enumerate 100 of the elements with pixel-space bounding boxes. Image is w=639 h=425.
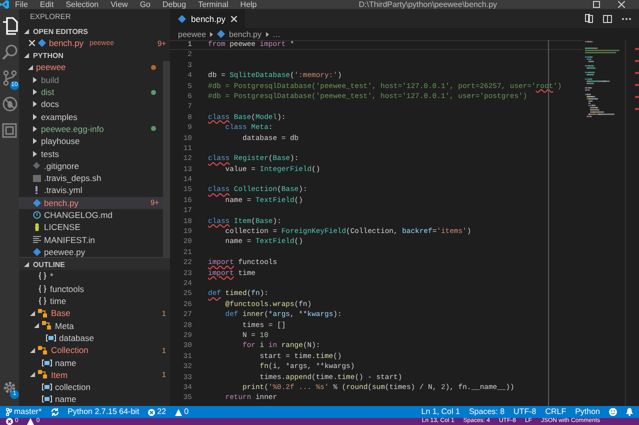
folder-name[interactable]: examples bbox=[41, 112, 78, 122]
bug-icon[interactable] bbox=[2, 96, 18, 112]
window-title: D:\ThirdParty\python\peewee\bench.py bbox=[358, 0, 498, 9]
open-editor-item[interactable]: bench.py bbox=[49, 38, 84, 48]
compare-changes-icon[interactable] bbox=[585, 14, 593, 23]
outline-item[interactable]: * bbox=[50, 271, 54, 282]
error-icon bbox=[148, 408, 156, 416]
sync-icon[interactable] bbox=[50, 408, 59, 416]
close-icon[interactable] bbox=[230, 16, 236, 22]
python-file-icon bbox=[32, 198, 40, 207]
folder-name[interactable]: tests bbox=[41, 148, 59, 159]
menu-item[interactable]: Help bbox=[234, 0, 263, 9]
collapse-arrow-icon[interactable] bbox=[30, 348, 34, 353]
menu-item[interactable]: Go bbox=[134, 0, 156, 9]
extensions-icon[interactable] bbox=[2, 122, 17, 138]
files-icon[interactable] bbox=[2, 17, 18, 35]
python-file-icon bbox=[38, 39, 46, 48]
folder-name[interactable]: dist bbox=[41, 87, 54, 98]
python-file-icon bbox=[178, 14, 186, 22]
status-item[interactable]: UTF-8 bbox=[514, 406, 536, 418]
scrollbar[interactable] bbox=[625, 40, 639, 406]
breadcrumb-item[interactable]: peewee bbox=[178, 30, 206, 38]
expand-arrow-icon[interactable] bbox=[33, 150, 37, 157]
folder-name[interactable]: peewee.egg-info bbox=[41, 124, 104, 134]
outline-item[interactable]: Collection bbox=[51, 345, 88, 356]
python-file-icon bbox=[32, 248, 40, 256]
search-icon[interactable] bbox=[2, 44, 18, 60]
status-item[interactable]: CRLF bbox=[545, 406, 566, 418]
python-file-icon bbox=[217, 30, 226, 38]
collapse-arrow-icon[interactable] bbox=[30, 372, 34, 378]
file-name[interactable]: .travis_deps.sh bbox=[44, 173, 102, 184]
folder-name[interactable]: peewee bbox=[36, 62, 66, 72]
field-icon bbox=[42, 383, 52, 392]
status-item[interactable]: Spaces: 8 bbox=[468, 406, 505, 418]
close-icon[interactable] bbox=[618, 1, 625, 8]
expand-arrow-icon[interactable] bbox=[33, 126, 37, 132]
menu-item[interactable]: File bbox=[9, 0, 34, 9]
collapse-arrow-icon[interactable] bbox=[34, 323, 38, 328]
menu-item[interactable]: Selection bbox=[60, 0, 105, 9]
outline-item[interactable]: time bbox=[50, 296, 66, 306]
breadcrumb-item[interactable]: bench.py bbox=[229, 30, 262, 38]
outline-item[interactable]: database bbox=[59, 332, 94, 343]
error-count[interactable]: 22 bbox=[157, 406, 166, 418]
editor-tab[interactable]: bench.py bbox=[170, 9, 244, 28]
status-item[interactable]: Python bbox=[575, 406, 600, 418]
file-name[interactable]: LICENSE bbox=[44, 222, 80, 232]
outline-item[interactable]: name bbox=[55, 394, 76, 404]
folder-name[interactable]: playhouse bbox=[41, 136, 80, 146]
warning-count[interactable]: 0 bbox=[184, 406, 189, 418]
menu-item[interactable]: Edit bbox=[34, 0, 60, 9]
braces-icon bbox=[38, 297, 47, 306]
branch-name[interactable]: master* bbox=[14, 406, 42, 418]
outline-item[interactable]: Item bbox=[51, 370, 68, 380]
expand-arrow-icon[interactable] bbox=[33, 101, 37, 108]
expand-arrow-icon[interactable] bbox=[33, 89, 37, 96]
text-file-icon bbox=[32, 236, 40, 244]
field-icon bbox=[42, 358, 52, 367]
smiley-icon[interactable] bbox=[609, 408, 617, 416]
outline-item[interactable]: functools bbox=[50, 284, 84, 294]
bell-icon[interactable] bbox=[626, 408, 633, 416]
menu-item[interactable]: View bbox=[104, 0, 134, 9]
field-icon bbox=[42, 395, 52, 404]
diamond-icon bbox=[33, 162, 40, 170]
collapse-arrow-icon[interactable] bbox=[24, 52, 28, 58]
file-name[interactable]: bench.py bbox=[44, 198, 78, 208]
expand-arrow-icon[interactable] bbox=[33, 114, 37, 120]
close-icon[interactable] bbox=[29, 40, 35, 46]
expand-arrow-icon[interactable] bbox=[33, 138, 37, 144]
collapse-arrow-icon[interactable] bbox=[28, 64, 32, 70]
class-icon bbox=[38, 346, 48, 355]
file-name[interactable]: MANIFEST.in bbox=[44, 234, 96, 245]
maximize-icon[interactable] bbox=[593, 1, 600, 8]
file-name[interactable]: .gitignore bbox=[44, 160, 79, 171]
file-name[interactable]: CHANGELOG.md bbox=[44, 210, 112, 220]
chevron-icon bbox=[210, 32, 214, 36]
braces-icon bbox=[38, 284, 47, 293]
info-icon bbox=[32, 211, 40, 219]
person-icon bbox=[34, 223, 40, 232]
settings-icon[interactable] bbox=[2, 380, 17, 394]
collapse-arrow-icon[interactable] bbox=[24, 262, 28, 267]
outline-item[interactable]: Base bbox=[51, 308, 70, 318]
outline-item[interactable]: Meta bbox=[55, 320, 74, 331]
class-icon bbox=[38, 308, 48, 318]
folder-name[interactable]: build bbox=[41, 74, 59, 85]
split-editor-icon[interactable] bbox=[603, 14, 612, 22]
collapse-arrow-icon[interactable] bbox=[24, 28, 28, 34]
file-name[interactable]: peewee.py bbox=[44, 246, 86, 257]
class-icon bbox=[42, 321, 52, 330]
file-name[interactable]: .travis.yml bbox=[44, 185, 82, 196]
expand-arrow-icon[interactable] bbox=[33, 76, 37, 83]
collapse-arrow-icon[interactable] bbox=[30, 310, 34, 316]
outline-item[interactable]: collection bbox=[55, 382, 90, 392]
folder-name[interactable]: docs bbox=[41, 99, 59, 110]
breadcrumb-item[interactable]: … bbox=[272, 30, 280, 38]
outline-item[interactable]: name bbox=[55, 358, 76, 368]
menu-item[interactable]: Debug bbox=[156, 0, 192, 9]
interpreter-selector[interactable]: Python 2.7.15 64-bit bbox=[68, 406, 140, 418]
branch-icon[interactable] bbox=[2, 70, 16, 86]
status-item[interactable]: Ln 1, Col 1 bbox=[421, 406, 460, 418]
menu-item[interactable]: Terminal bbox=[192, 0, 234, 9]
